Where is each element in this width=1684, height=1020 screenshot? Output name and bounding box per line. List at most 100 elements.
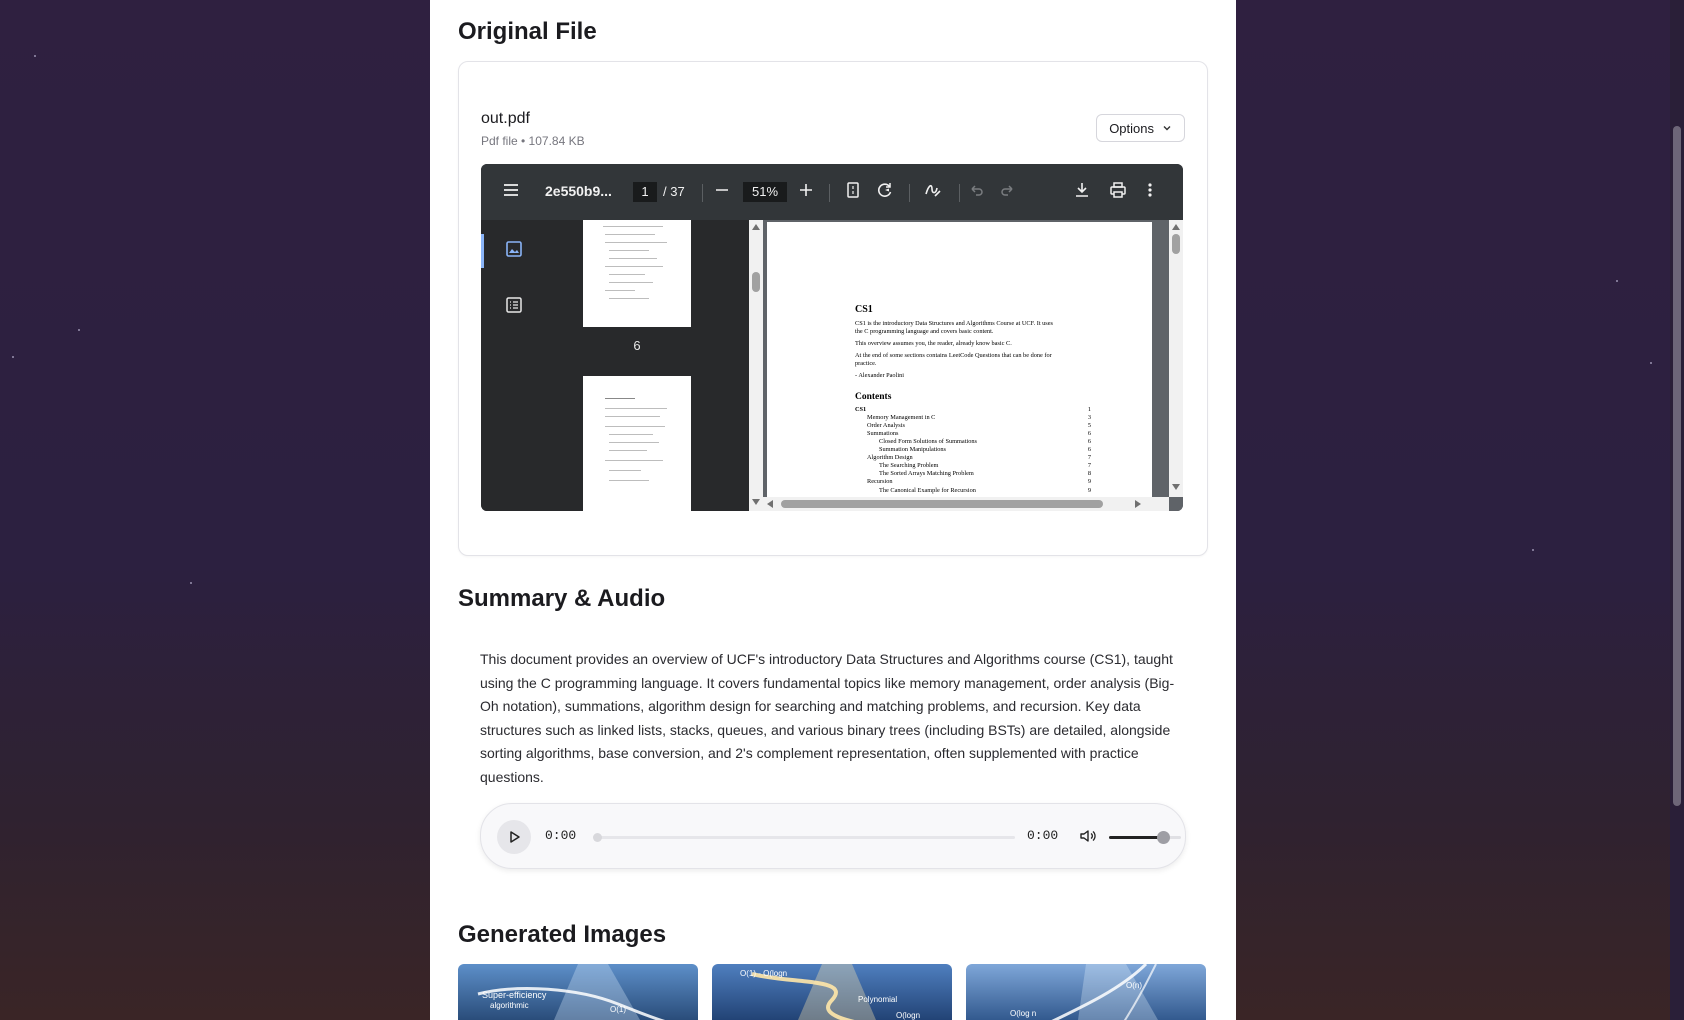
toc-page-number: 6: [1087, 430, 1091, 437]
draw-icon[interactable]: [923, 180, 943, 200]
background-star: [1616, 280, 1618, 282]
background-star: [1532, 549, 1534, 551]
download-icon[interactable]: [1073, 180, 1091, 200]
toc-row: Order Analysis 5: [867, 422, 1091, 429]
options-button[interactable]: Options: [1096, 114, 1185, 142]
page-text: CS1 is the introductory Data Structures …: [855, 320, 1054, 327]
section-title-generated-images: Generated Images: [458, 921, 667, 948]
toc-row: Memory Management in C 3: [867, 414, 1091, 421]
thumbnail-panel: 6: [547, 220, 749, 511]
pdf-toolbar: 2e550b9... 1 / 37 51%: [481, 164, 1183, 220]
toolbar-divider: [959, 184, 960, 202]
image-text: O(1): [610, 1005, 626, 1014]
toc-page-number: 7: [1087, 454, 1091, 461]
options-label: Options: [1109, 120, 1154, 136]
toc-row: Summation Manipulations 6: [879, 446, 1091, 453]
toc-page-number: 1: [1087, 406, 1091, 413]
toc-row: The Searching Problem 7: [879, 462, 1091, 469]
undo-icon[interactable]: [967, 180, 985, 200]
audio-player: 0:00 0:00: [480, 803, 1186, 869]
file-meta: Pdf file • 107.84 KB: [481, 134, 585, 148]
section-title-original-file: Original File: [458, 18, 597, 45]
page-total: / 37: [663, 184, 685, 199]
chevron-down-icon: [1162, 121, 1172, 136]
toc-row: Algorithm Design 7: [867, 454, 1091, 461]
toc-page-number: 3: [1087, 414, 1091, 421]
section-title-summary: Summary & Audio: [458, 585, 666, 612]
thumbnails-icon[interactable]: [505, 240, 523, 263]
zoom-in-icon[interactable]: [797, 180, 815, 200]
page-thumbnail[interactable]: [583, 376, 691, 511]
image-text: algorithmic: [490, 1001, 529, 1010]
toc-row: CS1 1: [855, 406, 1091, 413]
fit-page-icon[interactable]: [845, 180, 861, 200]
contents-heading: Contents: [855, 392, 892, 402]
zoom-input[interactable]: 51%: [743, 182, 787, 202]
page-scrollbar[interactable]: [1670, 0, 1684, 1020]
image-text: Super-efficiency: [482, 990, 547, 1000]
generated-image[interactable]: O(1) - O(logn Polynomial O(logn: [712, 964, 952, 1020]
toc-page-number: 7: [1087, 462, 1091, 469]
outline-icon[interactable]: [505, 296, 523, 319]
image-text: O(n): [1126, 981, 1142, 990]
volume-icon[interactable]: [1079, 828, 1097, 849]
pdf-sidebar-rail: [481, 220, 547, 511]
toc-row: Recursion 9: [867, 478, 1091, 485]
pdf-viewer: 2e550b9... 1 / 37 51% 6 CS1 CS1 is the i…: [481, 164, 1183, 511]
toc-page-number: 8: [1087, 470, 1091, 477]
toc-label: The Canonical Example for Recursion: [879, 487, 976, 494]
active-indicator: [481, 234, 484, 268]
background-star: [1650, 362, 1652, 364]
zoom-out-icon[interactable]: [713, 180, 731, 200]
redo-icon[interactable]: [999, 180, 1017, 200]
toc-label: Order Analysis: [867, 422, 905, 429]
image-text: Polynomial: [858, 995, 897, 1004]
play-button[interactable]: [497, 820, 531, 854]
volume-slider[interactable]: [1109, 831, 1181, 844]
toc-label: Summation Manipulations: [879, 446, 946, 453]
thumbnail-page-number: 6: [633, 338, 641, 353]
background-star: [12, 356, 14, 358]
page-number-input[interactable]: 1: [633, 182, 657, 202]
toc-page-number: 6: [1087, 438, 1091, 445]
more-icon[interactable]: [1145, 180, 1155, 200]
toolbar-divider: [829, 184, 830, 202]
generated-image[interactable]: O(log n O(n): [966, 964, 1206, 1020]
pdf-page: CS1 CS1 is the introductory Data Structu…: [767, 222, 1152, 502]
toc-label: Recursion: [867, 478, 893, 485]
background-star: [78, 329, 80, 331]
page-text: the C programming language and covers ba…: [855, 328, 994, 335]
file-name: out.pdf: [481, 110, 530, 127]
audio-progress-bar[interactable]: [593, 833, 1015, 842]
toolbar-divider: [909, 184, 910, 202]
print-icon[interactable]: [1109, 180, 1127, 200]
page-heading: CS1: [855, 304, 873, 315]
menu-icon[interactable]: [501, 180, 521, 200]
image-text: O(logn: [896, 1011, 920, 1020]
toc-label: The Sorted Arrays Matching Problem: [879, 470, 974, 477]
toc-page-number: 5: [1087, 422, 1091, 429]
rotate-icon[interactable]: [875, 180, 895, 200]
page-scrollbar-thumb[interactable]: [1673, 126, 1681, 806]
thumbnail-scrollbar[interactable]: [749, 220, 763, 511]
toc-label: Memory Management in C: [867, 414, 936, 421]
page-thumbnail[interactable]: [583, 220, 691, 327]
page-text: practice.: [855, 360, 877, 367]
page-text: - Alexander Paolini: [855, 372, 904, 379]
pdf-doc-title: 2e550b9...: [545, 183, 612, 199]
toc-row: Summations 6: [867, 430, 1091, 437]
toc-row: The Canonical Example for Recursion 9: [879, 487, 1091, 494]
content-panel: Original File out.pdf Pdf file • 107.84 …: [430, 0, 1236, 1020]
volume-handle[interactable]: [1157, 831, 1170, 844]
page-text: At the end of some sections contains Lee…: [855, 352, 1052, 359]
current-time: 0:00: [545, 828, 577, 843]
toc-page-number: 9: [1087, 478, 1091, 485]
duration-time: 0:00: [1027, 828, 1059, 843]
background-star: [34, 55, 36, 57]
play-icon: [510, 831, 520, 843]
main-vertical-scrollbar[interactable]: [1169, 220, 1183, 497]
toc-row: Closed Form Solutions of Summations 6: [879, 438, 1091, 445]
main-horizontal-scrollbar[interactable]: [763, 497, 1169, 511]
progress-handle[interactable]: [593, 833, 602, 842]
generated-image[interactable]: Super-efficiency algorithmic O(1): [458, 964, 698, 1020]
